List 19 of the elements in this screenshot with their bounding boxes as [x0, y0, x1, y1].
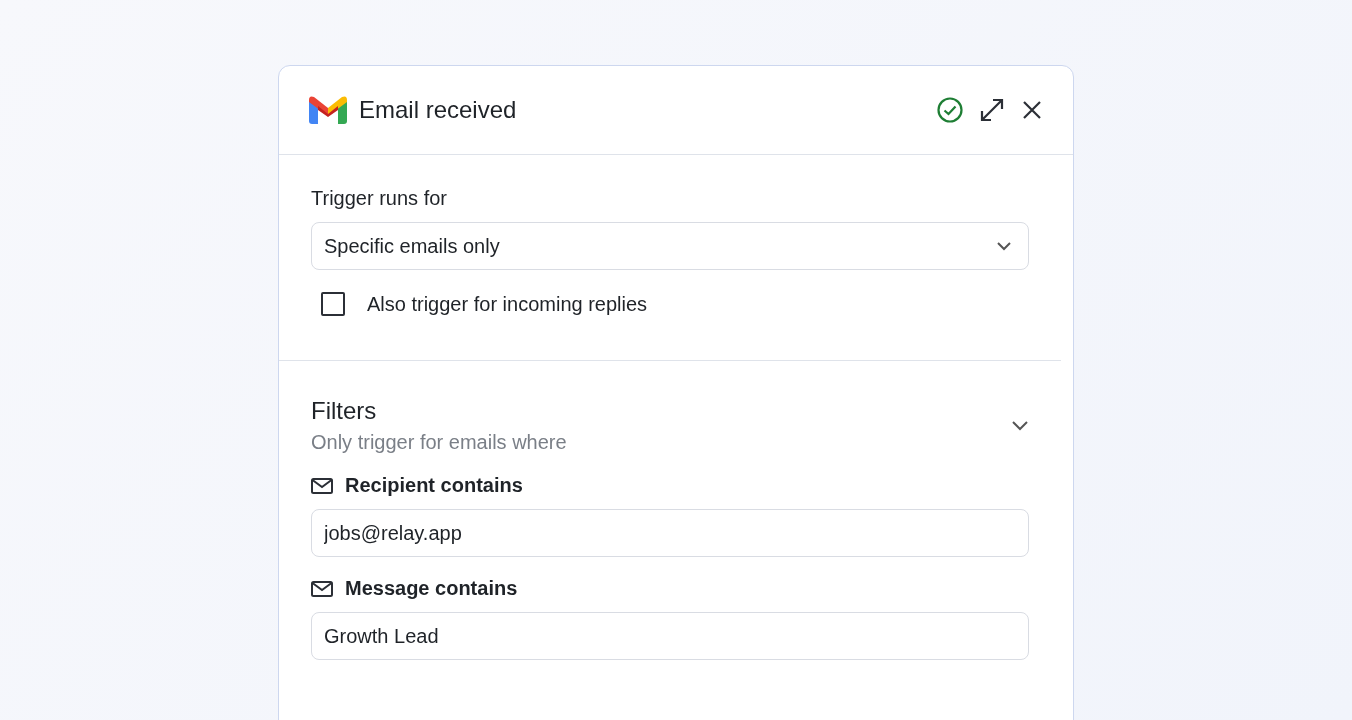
- input-field[interactable]: jobs@relay.app: [311, 509, 1029, 557]
- field-label: Trigger runs for: [311, 187, 448, 210]
- section-title: Filters: [311, 397, 378, 425]
- check-circle-icon[interactable]: [937, 97, 963, 123]
- mail-icon: [311, 580, 333, 597]
- mail-icon: [311, 477, 333, 494]
- panel-title: Email received: [359, 96, 518, 124]
- input-field[interactable]: Growth Lead: [311, 612, 1029, 660]
- close-icon[interactable]: [1021, 99, 1043, 121]
- filter-label: Recipient contains: [345, 474, 523, 497]
- checkbox-label: Also trigger for incoming replies: [367, 292, 648, 316]
- chevron-icon[interactable]: [1011, 419, 1029, 432]
- checkbox[interactable]: [321, 292, 345, 316]
- expand-icon[interactable]: [979, 97, 1005, 123]
- filter-label: Message contains: [345, 577, 518, 600]
- envelope-logo-icon: [309, 96, 347, 124]
- trigger-dropdown[interactable]: Specific emails only: [311, 222, 1029, 270]
- section-subtitle: Only trigger for emails where: [311, 431, 567, 454]
- chevron-icon: [996, 241, 1012, 251]
